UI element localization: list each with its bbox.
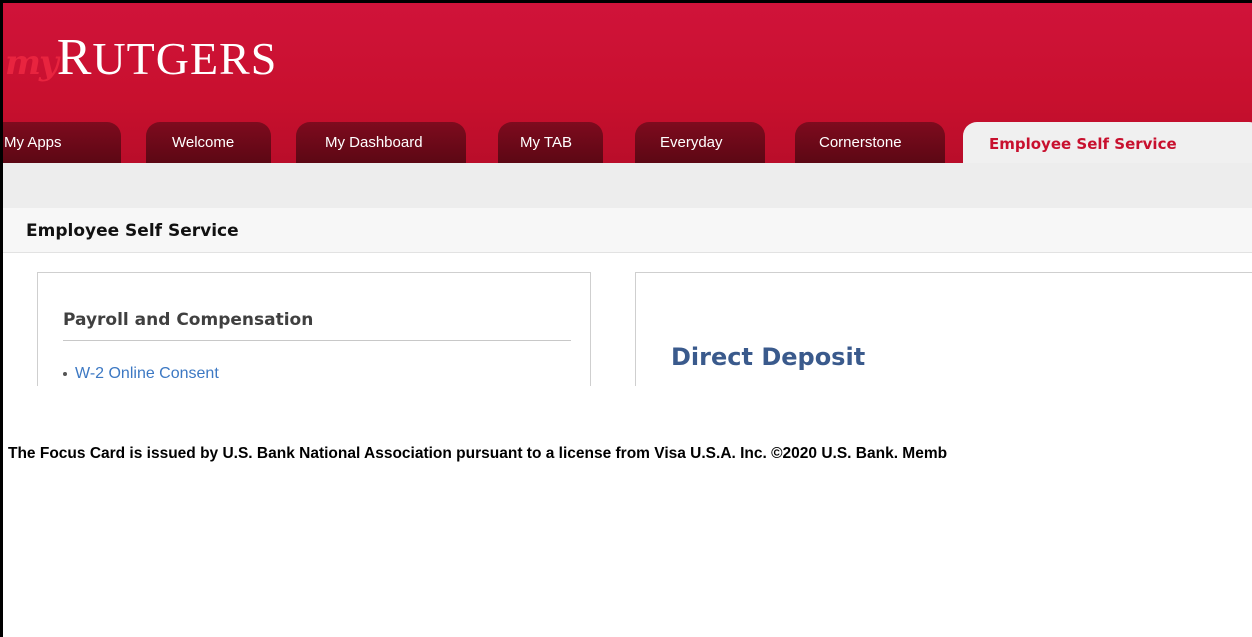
tab-label: My TAB — [520, 134, 572, 151]
tab-everyday[interactable]: Everyday — [635, 122, 765, 163]
logo-my-text: my — [5, 43, 59, 83]
tab-cornerstone[interactable]: Cornerstone — [795, 122, 945, 163]
sub-navigation-bar — [3, 163, 1252, 208]
myrutgers-logo[interactable]: myRUTGERS — [5, 28, 277, 88]
tab-label: Everyday — [660, 134, 723, 151]
tab-my-apps[interactable]: My Apps — [3, 122, 121, 163]
direct-deposit-panel: Direct Deposit — [635, 272, 1252, 386]
main-content: Payroll and Compensation W-2 Online Cons… — [3, 253, 1252, 386]
screenshot-frame: myRUTGERS My Apps Welcome My Dashboard M… — [0, 0, 1252, 637]
tab-label: Cornerstone — [819, 134, 902, 151]
tab-label: Welcome — [172, 134, 235, 151]
heading-divider — [63, 340, 571, 341]
tab-label: My Dashboard — [325, 134, 423, 151]
tab-welcome[interactable]: Welcome — [146, 122, 271, 163]
portal-tab-bar: My Apps Welcome My Dashboard My TAB Ever… — [3, 122, 1252, 163]
w2-consent-link[interactable]: W-2 Online Consent — [75, 365, 219, 382]
tab-my-tab[interactable]: My TAB — [498, 122, 603, 163]
page-title-bar: Employee Self Service — [3, 208, 1252, 253]
logo-rutgers-text: RUTGERS — [56, 29, 278, 86]
tab-employee-self-service[interactable]: Employee Self Service — [963, 122, 1252, 163]
payroll-link-list: W-2 Online Consent — [63, 365, 219, 383]
portal-header: myRUTGERS My Apps Welcome My Dashboard M… — [3, 3, 1252, 163]
list-item[interactable]: W-2 Online Consent — [63, 365, 219, 383]
payroll-heading: Payroll and Compensation — [63, 310, 314, 330]
payroll-panel: Payroll and Compensation W-2 Online Cons… — [37, 272, 591, 386]
tab-my-dashboard[interactable]: My Dashboard — [296, 122, 466, 163]
disclaimer-text: The Focus Card is issued by U.S. Bank Na… — [8, 445, 948, 462]
tab-label: My Apps — [4, 134, 62, 151]
bullet-icon — [63, 371, 67, 376]
direct-deposit-heading: Direct Deposit — [671, 343, 866, 371]
page-title: Employee Self Service — [26, 221, 239, 241]
tab-active-label: Employee Self Service — [989, 135, 1177, 153]
